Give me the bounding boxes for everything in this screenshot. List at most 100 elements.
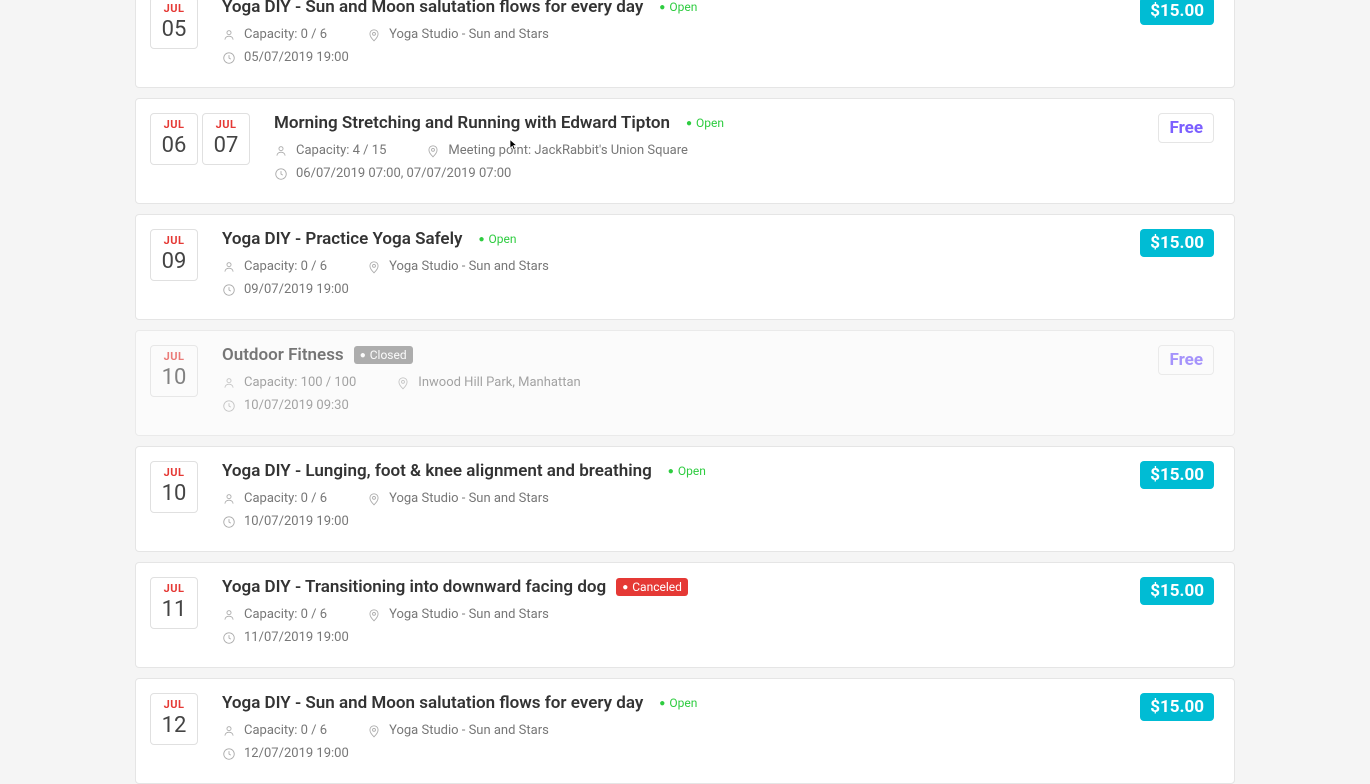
date-column: JUL06JUL07 [150,113,250,165]
person-icon [274,144,288,158]
capacity-item: Capacity: 0 / 6 [222,607,327,622]
date-column: JUL 11 [150,577,198,629]
meta-row: Capacity: 0 / 6Yoga Studio - Sun and Sta… [222,491,1116,506]
event-card[interactable]: JUL10 Yoga DIY - Lunging, foot & knee ali… [135,446,1235,552]
price-column: $15.00 [1140,229,1214,257]
date-badge: JUL07 [202,113,250,165]
title-row: Yoga DIY - Transitioning into downward f… [222,577,1116,597]
price-column: $15.00 [1140,693,1214,721]
event-card[interactable]: JUL06JUL07 Morning Stretching and Running… [135,98,1235,204]
event-title[interactable]: Yoga DIY - Transitioning into downward f… [222,577,606,597]
date-month: JUL [151,118,197,131]
title-row: Morning Stretching and Running with Edwa… [274,113,1134,133]
price-paid-badge[interactable]: $15.00 [1140,0,1214,25]
date-day: 10 [151,481,197,506]
location-text: Inwood Hill Park, Manhattan [418,375,580,390]
clock-icon [222,51,236,65]
location-item: Meeting point: JackRabbit's Union Square [426,143,687,158]
event-card[interactable]: JUL05Yoga DIY - Sun and Moon salutation … [135,0,1235,88]
event-title[interactable]: Yoga DIY - Practice Yoga Safely [222,229,462,249]
status-badge-open: Open [662,462,712,480]
date-day: 12 [151,713,197,738]
event-card[interactable]: JUL12 Yoga DIY - Sun and Moon salutation … [135,678,1235,784]
event-title[interactable]: Yoga DIY - Sun and Moon salutation flows… [222,0,643,17]
datetime-text: 09/07/2019 19:00 [244,282,349,297]
meta-row: 09/07/2019 19:00 [222,282,1116,297]
date-month: JUL [151,582,197,595]
person-icon [222,608,236,622]
meta-row: 10/07/2019 09:30 [222,398,1134,413]
location-text: Yoga Studio - Sun and Stars [389,259,549,274]
event-title[interactable]: Morning Stretching and Running with Edwa… [274,113,670,133]
date-day: 11 [151,597,197,622]
location-pin-icon [367,28,381,42]
date-column: JUL10 [150,461,198,513]
clock-icon [222,631,236,645]
capacity-text: Capacity: 0 / 6 [244,723,327,738]
location-pin-icon [426,144,440,158]
price-column: $15.00 [1140,577,1214,605]
person-icon [222,492,236,506]
date-day: 05 [151,17,197,42]
date-badge: JUL12 [150,693,198,745]
price-free-badge[interactable]: Free [1158,345,1214,375]
event-title[interactable]: Yoga DIY - Sun and Moon salutation flows… [222,693,643,713]
meta-row: 06/07/2019 07:00, 07/07/2019 07:00 [274,166,1134,181]
title-row: Yoga DIY - Lunging, foot & knee alignmen… [222,461,1116,481]
status-badge-open: Open [680,114,730,132]
date-month: JUL [151,234,197,247]
meta-row: Capacity: 100 / 100 Inwood Hill Park, Man… [222,375,1134,390]
datetime-item: 10/07/2019 19:00 [222,514,349,529]
clock-icon [274,167,288,181]
date-badge: JUL09 [150,229,198,281]
price-column: $15.00 [1140,0,1214,25]
clock-icon [222,283,236,297]
status-badge-open: Open [472,230,522,248]
price-paid-badge[interactable]: $15.00 [1140,577,1214,605]
status-badge-closed: Closed [354,346,413,364]
event-card[interactable]: JUL10 Outdoor Fitness Closed Capacity: 100 … [135,330,1235,436]
meta-row: Capacity: 0 / 6 Yoga Studio - Sun and Sta… [222,607,1116,622]
date-badge: JUL10 [150,461,198,513]
capacity-text: Capacity: 0 / 6 [244,607,327,622]
event-main: Morning Stretching and Running with Edwa… [274,113,1134,189]
date-badge: JUL10 [150,345,198,397]
datetime-item: 11/07/2019 19:00 [222,630,349,645]
clock-icon [222,515,236,529]
date-column: JUL10 [150,345,198,397]
title-row: Outdoor Fitness Closed [222,345,1134,365]
date-column: JUL09 [150,229,198,281]
title-row: Yoga DIY - Sun and Moon salutation flows… [222,693,1116,713]
datetime-item: 09/07/2019 19:00 [222,282,349,297]
datetime-text: 10/07/2019 19:00 [244,514,349,529]
datetime-text: 12/07/2019 19:00 [244,746,349,761]
location-pin-icon [367,260,381,274]
datetime-item: 06/07/2019 07:00, 07/07/2019 07:00 [274,166,511,181]
status-badge-canceled: Canceled [616,578,688,596]
location-item: Inwood Hill Park, Manhattan [396,375,580,390]
meta-row: 11/07/2019 19:00 [222,630,1116,645]
datetime-item: 05/07/2019 19:00 [222,50,349,65]
event-main: Yoga DIY - Sun and Moon salutation flows… [222,693,1116,769]
event-card[interactable]: JUL09 Yoga DIY - Practice Yoga Safely Open… [135,214,1235,320]
meta-row: Capacity: 4 / 15Meeting point: JackRabbi… [274,143,1134,158]
price-paid-badge[interactable]: $15.00 [1140,693,1214,721]
capacity-text: Capacity: 100 / 100 [244,375,356,390]
event-main: Outdoor Fitness Closed Capacity: 100 / 100… [222,345,1134,421]
capacity-item: Capacity: 100 / 100 [222,375,356,390]
title-row: Yoga DIY - Sun and Moon salutation flows… [222,0,1116,17]
price-column: $15.00 [1140,461,1214,489]
location-text: Yoga Studio - Sun and Stars [389,723,549,738]
event-title[interactable]: Yoga DIY - Lunging, foot & knee alignmen… [222,461,652,481]
clock-icon [222,399,236,413]
clock-icon [222,747,236,761]
location-item: Yoga Studio - Sun and Stars [367,607,549,622]
location-item: Yoga Studio - Sun and Stars [367,723,549,738]
location-pin-icon [396,376,410,390]
price-free-badge[interactable]: Free [1158,113,1214,143]
event-title[interactable]: Outdoor Fitness [222,345,344,365]
price-paid-badge[interactable]: $15.00 [1140,229,1214,257]
title-row: Yoga DIY - Practice Yoga Safely Open [222,229,1116,249]
price-paid-badge[interactable]: $15.00 [1140,461,1214,489]
event-card[interactable]: JUL 11 Yoga DIY - Transitioning into downw… [135,562,1235,668]
